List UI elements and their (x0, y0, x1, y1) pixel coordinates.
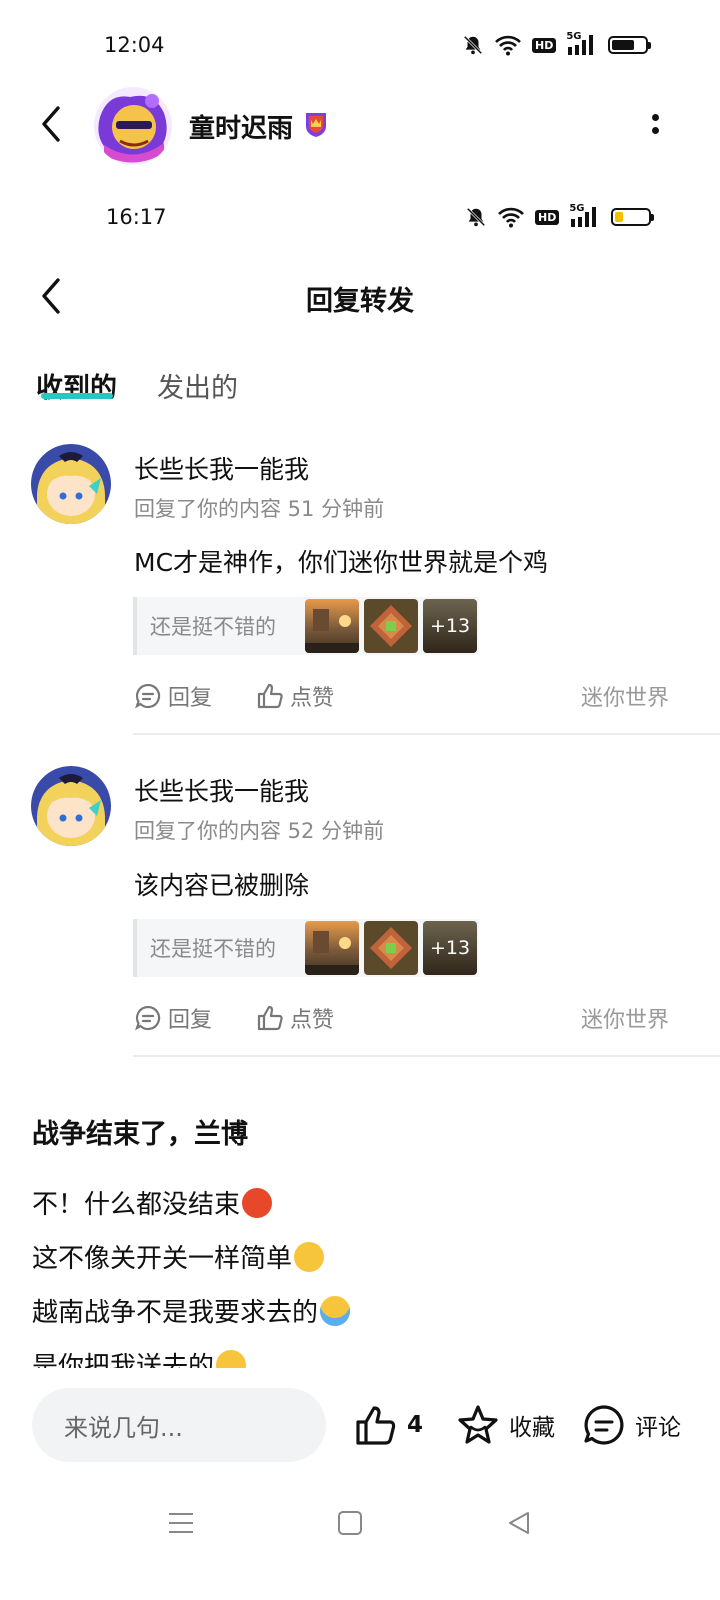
more-images-count: +13 (423, 599, 477, 653)
cell-signal-icon: 5G (569, 204, 601, 228)
status-bar: 12:04 HD 5G (0, 28, 720, 68)
reply-icon (135, 1005, 161, 1031)
angry-face-icon (242, 1188, 273, 1218)
quoted-post[interactable]: 还是挺不错的 +13 (133, 597, 479, 655)
thinking-face-icon (294, 1242, 325, 1272)
page-title: 回复转发 (306, 286, 414, 317)
reply-meta: 回复了你的内容 52 分钟前 (134, 819, 385, 843)
like-icon (356, 1406, 396, 1445)
back-nav-button[interactable] (506, 1510, 532, 1540)
back-button[interactable] (31, 104, 71, 144)
like-icon (257, 1005, 283, 1031)
quoted-text: 还是挺不错的 (150, 937, 276, 961)
favorite-label: 收藏 (509, 1415, 555, 1441)
reply-text[interactable]: MC才是神作，你们迷你世界就是个鸡 (134, 543, 548, 579)
source-game-link[interactable]: 迷你世界 (581, 680, 669, 712)
like-button[interactable]: 点赞 (256, 680, 334, 712)
level-badge-icon (306, 113, 326, 137)
favorite-button[interactable]: 收藏 (456, 1403, 555, 1447)
status-icons-embedded: HD 5G (465, 204, 655, 228)
mute-bell-icon (463, 35, 483, 55)
comment-icon (584, 1405, 624, 1445)
wifi-icon (495, 35, 521, 56)
battery-icon (611, 208, 655, 226)
quote-thumbnail-more: +13 (423, 599, 477, 653)
mute-bell-icon (466, 207, 486, 227)
post-line: 不！什么都没结束 (32, 1184, 273, 1221)
comment-button[interactable]: 评论 (582, 1403, 681, 1447)
battery-icon (608, 36, 652, 54)
post-line: 这不像关开关一样简单 (32, 1238, 325, 1275)
home-nav-button[interactable] (337, 1510, 363, 1540)
quote-thumbnail (364, 921, 418, 975)
like-count: 4 (407, 1412, 424, 1438)
profile-username[interactable]: 童时迟雨 (189, 108, 293, 145)
quote-thumbnail-more: +13 (423, 921, 477, 975)
quote-thumbnail (305, 921, 359, 975)
reply-button[interactable]: 回复 (134, 680, 212, 712)
sender-name[interactable]: 长些长我一能我 (134, 450, 309, 486)
item-divider (133, 1055, 720, 1057)
star-icon (458, 1405, 498, 1444)
post-line-text: 这不像关开关一样简单 (32, 1244, 293, 1274)
profile-avatar[interactable] (94, 87, 172, 165)
sender-avatar[interactable] (31, 444, 111, 524)
bottom-action-bar: 来说几句... 4 收藏 评论 (0, 1368, 720, 1600)
source-game-link[interactable]: 迷你世界 (581, 1002, 669, 1034)
reply-meta: 回复了你的内容 51 分钟前 (134, 497, 385, 521)
comment-label: 评论 (635, 1415, 681, 1441)
quoted-text: 还是挺不错的 (150, 615, 276, 639)
tab-active-indicator (41, 393, 113, 399)
like-button[interactable]: 点赞 (256, 1002, 334, 1034)
post-line-text: 越南战争不是我要求去的 (32, 1298, 319, 1328)
reply-icon (135, 683, 161, 709)
like-label: 点赞 (290, 1008, 335, 1033)
hd-badge: HD (535, 209, 560, 225)
reply-label: 回复 (168, 1008, 213, 1033)
menu-nav-button[interactable] (168, 1510, 194, 1540)
sender-name[interactable]: 长些长我一能我 (134, 772, 309, 808)
quote-thumbnail (364, 599, 418, 653)
hd-badge: HD (532, 37, 557, 53)
reply-text[interactable]: 该内容已被删除 (134, 866, 309, 902)
back-arrow-icon (42, 106, 60, 142)
like-label: 点赞 (290, 686, 335, 711)
comment-input[interactable]: 来说几句... (32, 1388, 326, 1462)
post-line: 越南战争不是我要求去的 (32, 1292, 351, 1329)
sender-avatar[interactable] (31, 766, 111, 846)
tab-sent[interactable]: 发出的 (157, 366, 238, 405)
wifi-icon (498, 207, 524, 228)
reply-label: 回复 (168, 686, 213, 711)
quote-thumbnail (305, 599, 359, 653)
reply-button[interactable]: 回复 (134, 1002, 212, 1034)
status-icons: HD 5G (462, 32, 652, 56)
cell-signal-icon: 5G (566, 32, 598, 56)
status-bar-embedded: 16:17 HD 5G (0, 200, 720, 240)
item-divider (133, 733, 720, 735)
post-title: 战争结束了，兰博 (32, 1119, 248, 1150)
more-options-button[interactable] (643, 114, 667, 134)
more-images-count: +13 (423, 921, 477, 975)
status-time-embedded: 16:17 (106, 205, 167, 229)
tab-received[interactable]: 收到的 (36, 366, 117, 405)
like-icon (257, 683, 283, 709)
home-square-icon (338, 1511, 362, 1535)
more-dots-icon (651, 114, 659, 121)
back-triangle-icon (509, 1512, 529, 1534)
menu-icon (169, 1513, 193, 1533)
crying-face-icon (320, 1296, 351, 1326)
more-dot (651, 127, 659, 134)
quoted-post[interactable]: 还是挺不错的 +13 (133, 919, 479, 977)
status-time: 12:04 (104, 33, 165, 57)
like-post-button[interactable]: 4 (354, 1404, 423, 1446)
post-line-text: 不！什么都没结束 (32, 1190, 241, 1220)
